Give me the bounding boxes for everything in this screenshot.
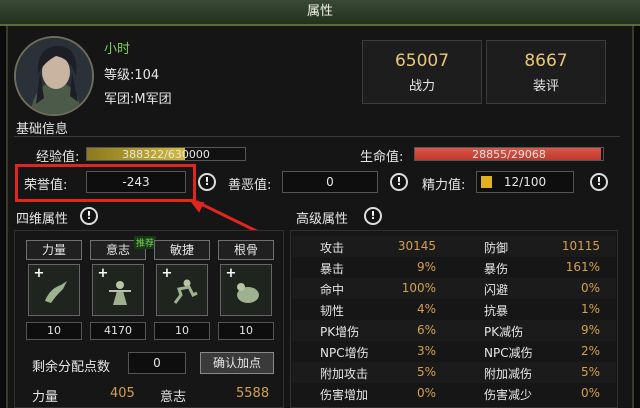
karma-value: 0 [282,171,378,193]
adv-label: PK减伤 [484,325,524,339]
basic-info-divider [14,136,620,137]
constitution-value: 10 [218,322,274,340]
adv-value: 9% [416,260,436,274]
confirm-points-button[interactable]: 确认加点 [200,352,274,374]
adv-label: NPC减伤 [484,346,533,360]
bottom-will-value: 5588 [236,386,270,401]
honor-info-icon[interactable]: ! [198,173,216,191]
adv-value: 30145 [397,239,436,253]
adv-value: 4% [416,302,436,316]
hp-text: 28855/29068 [472,148,546,161]
agility-add-button[interactable]: + [156,264,208,316]
agility-value: 10 [154,322,210,340]
adv-value: 5% [580,365,600,379]
adv-value: 0% [580,386,600,400]
advanced-attr-row: NPC增伤 3% NPC减伤 2% [292,341,616,362]
window-title-bar: 属性 [0,0,640,26]
advanced-attr-row: 韧性 4% 抗暴 1% [292,299,616,320]
adv-label: 附加减伤 [484,367,533,381]
remaining-points-input[interactable]: 0 [128,352,186,374]
adv-label: 防御 [484,241,509,255]
energy-info-icon[interactable]: ! [590,173,608,191]
adv-label: 暴击 [320,262,345,276]
gear-score-box: 8667 装评 [486,40,606,104]
energy-box: 12/100 [476,171,574,193]
character-guild: 军团:M军团 [104,92,172,107]
karma-info-icon[interactable]: ! [390,173,408,191]
window-title: 属性 [306,4,333,19]
adv-value: 0% [416,386,436,400]
basic-info-title: 基础信息 [16,122,69,137]
agility-icon [173,279,198,304]
combat-power-label: 战力 [408,79,435,94]
adv-label: 攻击 [320,241,345,255]
bottom-strength-label: 力量 [32,390,59,405]
adv-value: 1% [580,302,600,316]
exp-text: 388322/630000 [122,148,210,161]
adv-label: PK增伤 [320,325,360,339]
energy-label: 精力值: [422,178,466,193]
exp-bar: 388322/630000 [86,147,246,161]
adv-label: 附加攻击 [320,367,369,381]
attr-tab-agility[interactable]: 敏捷 [154,240,210,260]
adv-label: 暴伤 [484,262,509,276]
attr-tab-constitution[interactable]: 根骨 [218,240,274,260]
combat-power-box: 65007 战力 [362,40,482,104]
advanced-attr-row: 附加攻击 5% 附加减伤 5% [292,362,616,383]
advanced-attr-row: 伤害增加 0% 伤害减少 0% [292,383,616,404]
bottom-will-label: 意志 [160,390,187,405]
adv-label: 命中 [320,283,345,297]
energy-value: 12/100 [503,175,547,189]
adv-value: 100% [401,281,436,295]
advanced-attr-row: 暴击 9% 暴伤 161% [292,257,616,278]
will-value: 4170 [90,322,146,340]
exp-label: 经验值: [36,150,80,165]
advanced-attr-row: 攻击 30145 防御 10115 [292,236,616,257]
gear-score-label: 装评 [532,79,559,94]
adv-value: 9% [580,323,600,337]
remaining-points-label: 剩余分配点数 [32,360,111,375]
advanced-attr-title: 高级属性 [296,212,349,227]
adv-value: 3% [416,344,436,358]
character-portrait [14,36,94,116]
adv-label: 闪避 [484,283,509,297]
adv-value: 10115 [561,239,600,253]
strength-icon [45,281,67,303]
advanced-attr-info-icon[interactable]: ! [364,207,382,225]
character-name: 小时 [104,42,131,57]
advanced-attr-row: 命中 100% 闪避 0% [292,278,616,299]
adv-value: 2% [580,344,600,358]
four-attr-info-icon[interactable]: ! [80,207,98,225]
strength-value: 10 [26,322,82,340]
karma-label: 善恶值: [228,178,272,193]
attr-tab-strength[interactable]: 力量 [26,240,82,260]
hp-label: 生命值: [360,150,404,165]
adv-label: 伤害减少 [484,388,533,402]
constitution-add-button[interactable]: + [220,264,272,316]
combat-power-value: 65007 [394,51,450,71]
gear-score-value: 8667 [524,51,568,71]
adv-label: 抗暴 [484,304,509,318]
will-add-button[interactable]: + [92,264,144,316]
advanced-attr-row: PK增伤 6% PK减伤 9% [292,320,616,341]
four-attr-title: 四维属性 [16,212,69,227]
adv-label: 韧性 [320,304,345,318]
recommend-badge: 推荐 [134,236,157,249]
bottom-strength-value: 405 [110,386,135,401]
adv-label: NPC增伤 [320,346,369,360]
adv-value: 6% [416,323,436,337]
will-icon [109,281,131,305]
hp-bar: 28855/29068 [414,147,604,161]
adv-label: 伤害增加 [320,388,369,402]
strength-add-button[interactable]: + [28,264,80,316]
adv-value: 161% [565,260,600,274]
honor-highlight-box [15,164,196,202]
adv-value: 5% [416,365,436,379]
character-level: 等级:104 [104,68,160,83]
constitution-icon [237,283,259,303]
adv-value: 0% [580,281,600,295]
